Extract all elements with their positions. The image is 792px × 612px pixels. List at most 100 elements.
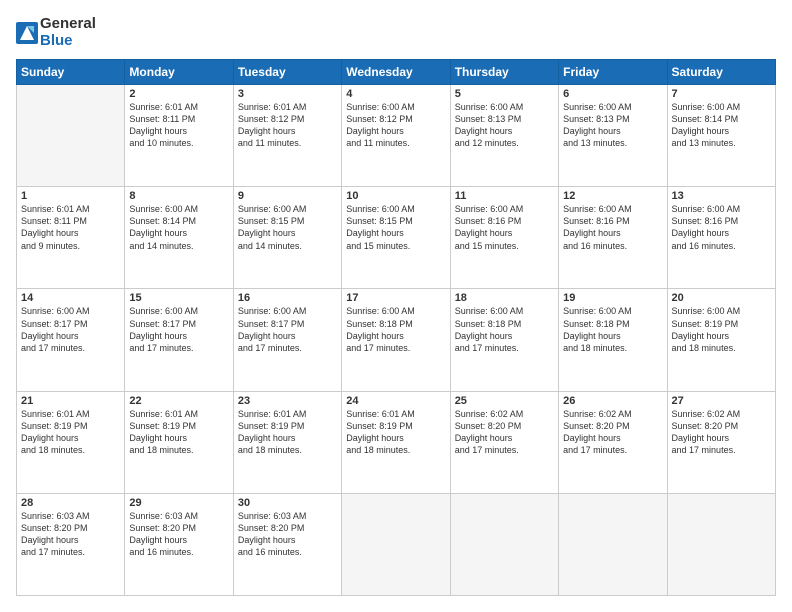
- sunset-text: Sunset: 8:19 PM: [346, 421, 413, 431]
- sunset-text: Sunset: 8:17 PM: [238, 319, 305, 329]
- calendar-cell: 17Sunrise: 6:00 AMSunset: 8:18 PMDayligh…: [342, 289, 450, 391]
- calendar-cell: 22Sunrise: 6:01 AMSunset: 8:19 PMDayligh…: [125, 391, 233, 493]
- calendar-cell: [559, 493, 667, 595]
- weekday-header-tuesday: Tuesday: [233, 60, 341, 85]
- daylight-label: Daylight hours: [129, 126, 187, 136]
- day-number: 23: [238, 395, 337, 407]
- day-info: Sunrise: 6:00 AMSunset: 8:19 PMDaylight …: [672, 305, 771, 354]
- day-number: 11: [455, 190, 554, 202]
- calendar-cell: 14Sunrise: 6:00 AMSunset: 8:17 PMDayligh…: [17, 289, 125, 391]
- day-number: 13: [672, 190, 771, 202]
- sunset-text: Sunset: 8:19 PM: [238, 421, 305, 431]
- calendar-week-1: 1Sunrise: 6:01 AMSunset: 8:11 PMDaylight…: [17, 187, 776, 289]
- daylight-duration: and 16 minutes.: [672, 241, 736, 251]
- header: General Blue: [16, 16, 776, 49]
- sunrise-text: Sunrise: 6:00 AM: [455, 102, 524, 112]
- daylight-label: Daylight hours: [346, 228, 404, 238]
- weekday-header-thursday: Thursday: [450, 60, 558, 85]
- day-number: 7: [672, 88, 771, 100]
- calendar-cell: 6Sunrise: 6:00 AMSunset: 8:13 PMDaylight…: [559, 85, 667, 187]
- calendar-cell: [450, 493, 558, 595]
- day-number: 16: [238, 292, 337, 304]
- calendar-cell: 11Sunrise: 6:00 AMSunset: 8:16 PMDayligh…: [450, 187, 558, 289]
- day-number: 30: [238, 497, 337, 509]
- day-info: Sunrise: 6:01 AMSunset: 8:19 PMDaylight …: [346, 408, 445, 457]
- day-number: 21: [21, 395, 120, 407]
- calendar-cell: 3Sunrise: 6:01 AMSunset: 8:12 PMDaylight…: [233, 85, 341, 187]
- daylight-label: Daylight hours: [21, 433, 79, 443]
- daylight-label: Daylight hours: [238, 433, 296, 443]
- sunrise-text: Sunrise: 6:00 AM: [346, 102, 415, 112]
- weekday-header-wednesday: Wednesday: [342, 60, 450, 85]
- daylight-label: Daylight hours: [672, 433, 730, 443]
- daylight-duration: and 16 minutes.: [238, 547, 302, 557]
- daylight-duration: and 17 minutes.: [672, 445, 736, 455]
- daylight-label: Daylight hours: [238, 331, 296, 341]
- calendar-cell: 9Sunrise: 6:00 AMSunset: 8:15 PMDaylight…: [233, 187, 341, 289]
- calendar-cell: 16Sunrise: 6:00 AMSunset: 8:17 PMDayligh…: [233, 289, 341, 391]
- daylight-duration: and 17 minutes.: [21, 547, 85, 557]
- calendar-cell: 29Sunrise: 6:03 AMSunset: 8:20 PMDayligh…: [125, 493, 233, 595]
- daylight-duration: and 12 minutes.: [455, 138, 519, 148]
- daylight-duration: and 16 minutes.: [563, 241, 627, 251]
- daylight-duration: and 18 minutes.: [563, 343, 627, 353]
- day-info: Sunrise: 6:03 AMSunset: 8:20 PMDaylight …: [21, 510, 120, 559]
- calendar-cell: 18Sunrise: 6:00 AMSunset: 8:18 PMDayligh…: [450, 289, 558, 391]
- daylight-label: Daylight hours: [672, 331, 730, 341]
- calendar-cell: 19Sunrise: 6:00 AMSunset: 8:18 PMDayligh…: [559, 289, 667, 391]
- sunrise-text: Sunrise: 6:03 AM: [21, 511, 90, 521]
- day-number: 14: [21, 292, 120, 304]
- page: General Blue SundayMondayTuesdayWednesda…: [0, 0, 792, 612]
- daylight-label: Daylight hours: [455, 126, 513, 136]
- logo-icon: [16, 22, 38, 44]
- sunset-text: Sunset: 8:20 PM: [21, 523, 88, 533]
- daylight-duration: and 17 minutes.: [129, 343, 193, 353]
- daylight-duration: and 15 minutes.: [455, 241, 519, 251]
- calendar-cell: 30Sunrise: 6:03 AMSunset: 8:20 PMDayligh…: [233, 493, 341, 595]
- day-number: 29: [129, 497, 228, 509]
- calendar-cell: [342, 493, 450, 595]
- calendar-cell: 1Sunrise: 6:01 AMSunset: 8:11 PMDaylight…: [17, 187, 125, 289]
- day-info: Sunrise: 6:01 AMSunset: 8:19 PMDaylight …: [129, 408, 228, 457]
- daylight-duration: and 14 minutes.: [129, 241, 193, 251]
- day-number: 22: [129, 395, 228, 407]
- day-number: 17: [346, 292, 445, 304]
- sunrise-text: Sunrise: 6:00 AM: [238, 204, 307, 214]
- day-number: 28: [21, 497, 120, 509]
- day-number: 3: [238, 88, 337, 100]
- daylight-label: Daylight hours: [129, 228, 187, 238]
- sunset-text: Sunset: 8:20 PM: [563, 421, 630, 431]
- daylight-duration: and 11 minutes.: [346, 138, 409, 148]
- sunset-text: Sunset: 8:15 PM: [346, 216, 413, 226]
- sunrise-text: Sunrise: 6:01 AM: [238, 102, 307, 112]
- calendar-cell: 21Sunrise: 6:01 AMSunset: 8:19 PMDayligh…: [17, 391, 125, 493]
- day-number: 25: [455, 395, 554, 407]
- day-info: Sunrise: 6:01 AMSunset: 8:11 PMDaylight …: [21, 203, 120, 252]
- daylight-duration: and 17 minutes.: [21, 343, 85, 353]
- daylight-label: Daylight hours: [346, 126, 404, 136]
- daylight-label: Daylight hours: [672, 126, 730, 136]
- sunset-text: Sunset: 8:19 PM: [21, 421, 88, 431]
- calendar-cell: 7Sunrise: 6:00 AMSunset: 8:14 PMDaylight…: [667, 85, 775, 187]
- day-number: 20: [672, 292, 771, 304]
- calendar-cell: 15Sunrise: 6:00 AMSunset: 8:17 PMDayligh…: [125, 289, 233, 391]
- day-number: 27: [672, 395, 771, 407]
- day-info: Sunrise: 6:00 AMSunset: 8:18 PMDaylight …: [563, 305, 662, 354]
- sunrise-text: Sunrise: 6:00 AM: [455, 204, 524, 214]
- day-info: Sunrise: 6:02 AMSunset: 8:20 PMDaylight …: [672, 408, 771, 457]
- sunset-text: Sunset: 8:14 PM: [129, 216, 196, 226]
- sunrise-text: Sunrise: 6:02 AM: [455, 409, 524, 419]
- day-info: Sunrise: 6:00 AMSunset: 8:13 PMDaylight …: [455, 101, 554, 150]
- sunset-text: Sunset: 8:12 PM: [238, 114, 305, 124]
- sunrise-text: Sunrise: 6:00 AM: [129, 204, 198, 214]
- sunset-text: Sunset: 8:18 PM: [563, 319, 630, 329]
- daylight-label: Daylight hours: [455, 228, 513, 238]
- day-number: 4: [346, 88, 445, 100]
- daylight-duration: and 18 minutes.: [238, 445, 302, 455]
- sunrise-text: Sunrise: 6:00 AM: [346, 306, 415, 316]
- calendar-cell: 12Sunrise: 6:00 AMSunset: 8:16 PMDayligh…: [559, 187, 667, 289]
- logo: General Blue: [16, 16, 96, 49]
- day-info: Sunrise: 6:00 AMSunset: 8:16 PMDaylight …: [563, 203, 662, 252]
- calendar-cell: 25Sunrise: 6:02 AMSunset: 8:20 PMDayligh…: [450, 391, 558, 493]
- daylight-duration: and 10 minutes.: [129, 138, 193, 148]
